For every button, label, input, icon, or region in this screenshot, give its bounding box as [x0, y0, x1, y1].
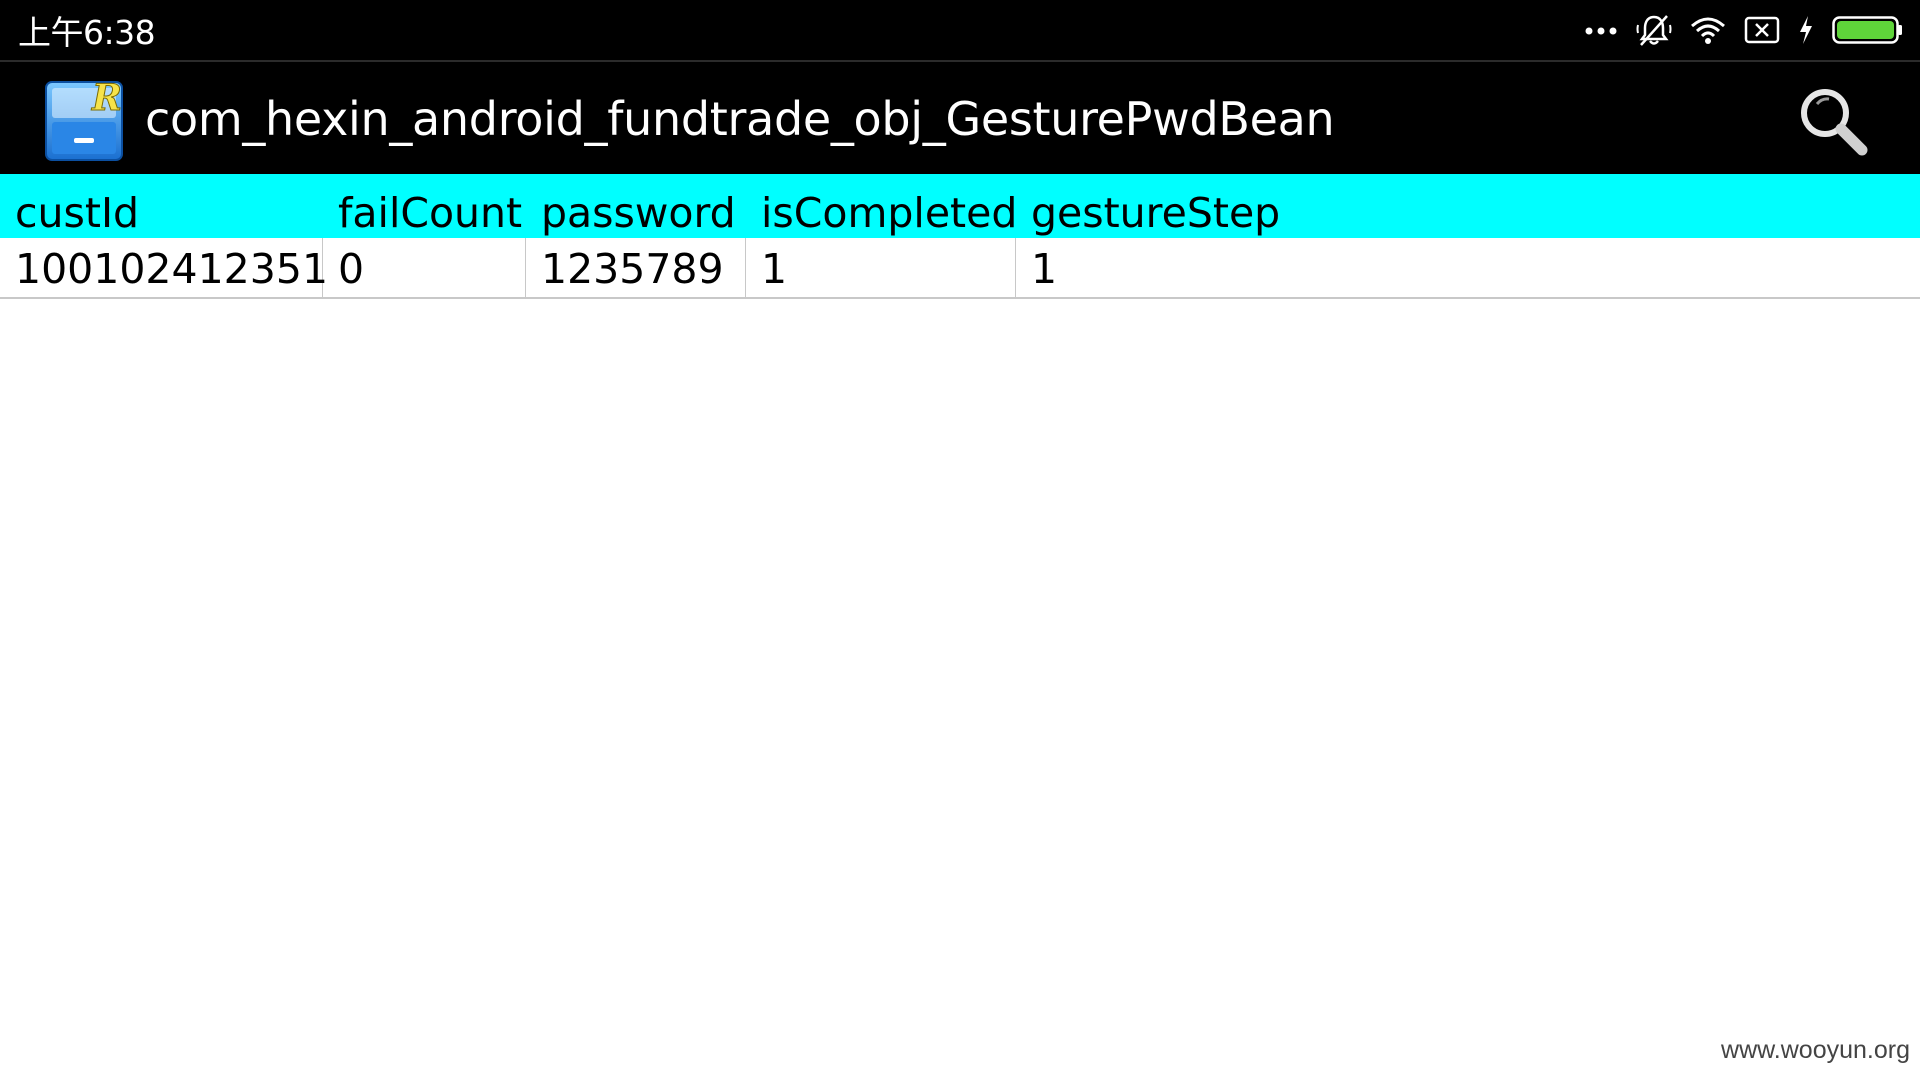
table-cell-custid[interactable]: 100102412351	[0, 238, 328, 297]
status-icons	[1584, 13, 1904, 47]
battery-icon	[1832, 15, 1904, 45]
no-sim-icon	[1744, 16, 1780, 44]
search-icon[interactable]	[1796, 84, 1870, 158]
table-row[interactable]: 100102412351 0 1235789 1 1	[0, 238, 1920, 299]
column-header-password[interactable]: password	[526, 179, 746, 238]
wifi-icon	[1690, 15, 1726, 45]
page-title: com_hexin_android_fundtrade_obj_GestureP…	[145, 92, 1335, 146]
action-bar: R com_hexin_android_fundtrade_obj_Gestur…	[0, 62, 1920, 174]
charging-bolt-icon	[1798, 15, 1814, 45]
table-cell-gesturestep[interactable]: 1	[1016, 238, 1920, 297]
table-header-row: custId failCount password isCompleted ge…	[0, 179, 1920, 238]
silent-bell-icon	[1636, 13, 1672, 47]
table-cell-password[interactable]: 1235789	[526, 238, 746, 297]
table-cell-iscompleted[interactable]: 1	[746, 238, 1016, 297]
status-bar: 上午6:38	[0, 0, 1920, 60]
column-header-iscompleted[interactable]: isCompleted	[746, 179, 1017, 238]
file-cabinet-r-icon[interactable]: R	[44, 76, 126, 162]
table-cell-failcount[interactable]: 0	[323, 238, 526, 297]
column-header-custid[interactable]: custId	[0, 179, 323, 238]
more-dots-icon	[1584, 23, 1618, 37]
status-time: 上午6:38	[18, 13, 156, 52]
svg-text:R: R	[91, 77, 122, 119]
column-header-gesturestep[interactable]: gestureStep	[1016, 179, 1920, 238]
watermark: www.wooyun.org	[1721, 1036, 1910, 1064]
column-header-failcount[interactable]: failCount	[323, 179, 526, 238]
